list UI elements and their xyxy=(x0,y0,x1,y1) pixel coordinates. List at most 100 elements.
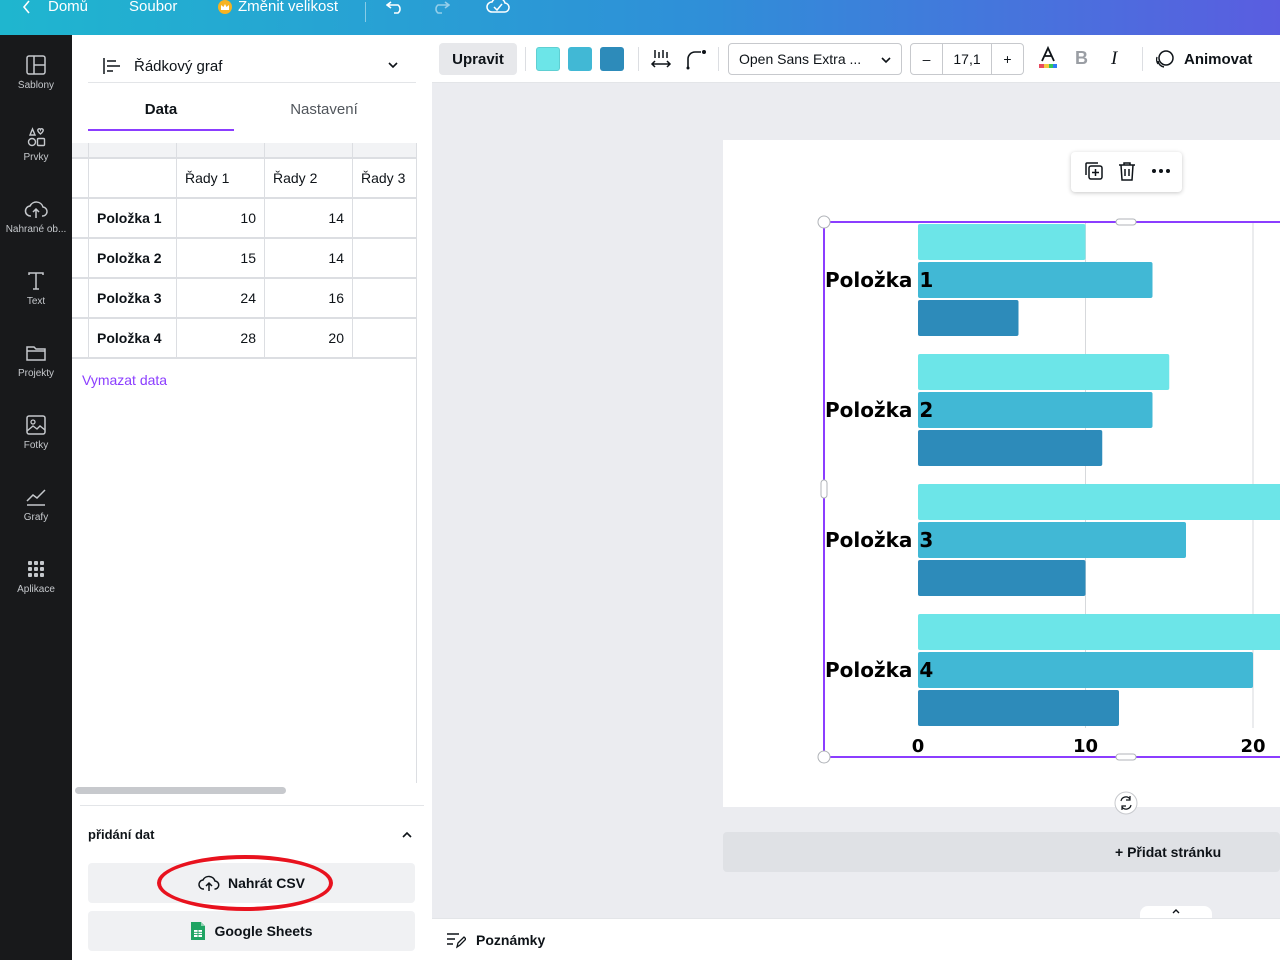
decrease-font-size-button[interactable]: – xyxy=(911,44,943,74)
bar[interactable] xyxy=(918,224,1086,260)
table-cell-corner[interactable] xyxy=(89,159,177,199)
rail-item-apps[interactable]: Aplikace xyxy=(0,554,72,614)
rail-item-projects[interactable]: Projekty xyxy=(0,338,72,398)
table-cell[interactable] xyxy=(353,279,416,319)
file-menu[interactable]: Soubor xyxy=(129,0,177,15)
table-cell[interactable] xyxy=(353,319,416,359)
italic-button[interactable]: I xyxy=(1111,48,1117,70)
color-swatch-3[interactable] xyxy=(600,47,624,71)
category-label: Položka 1 xyxy=(825,268,933,292)
table-header-cell[interactable]: Řady 3 xyxy=(353,159,416,199)
table-cell[interactable]: 14 xyxy=(265,199,353,239)
table-row-label[interactable]: Položka 4 xyxy=(89,319,177,359)
column-header-strip[interactable] xyxy=(89,143,177,159)
rail-item-charts[interactable]: Grafy xyxy=(0,482,72,542)
font-size-input[interactable]: 17,1 xyxy=(943,44,991,74)
trash-icon[interactable] xyxy=(1116,160,1138,182)
redo-button[interactable] xyxy=(430,0,450,14)
chevron-left-icon xyxy=(22,0,30,14)
edit-button[interactable]: Upravit xyxy=(439,43,517,75)
rail-item-uploads[interactable]: Nahrané ob... xyxy=(0,194,72,254)
duplicate-icon[interactable] xyxy=(1083,160,1105,182)
tab-data[interactable]: Data xyxy=(88,95,234,131)
undo-button[interactable] xyxy=(386,0,406,14)
color-swatch-2[interactable] xyxy=(568,47,592,71)
rail-item-text[interactable]: Text xyxy=(0,266,72,326)
table-header-cell[interactable]: Řady 1 xyxy=(177,159,265,199)
apps-icon xyxy=(28,561,44,577)
upload-cloud-icon xyxy=(24,201,48,218)
table-cell[interactable]: 15 xyxy=(177,239,265,279)
clear-data-link[interactable]: Vymazat data xyxy=(82,372,167,388)
column-header-strip[interactable] xyxy=(265,143,353,159)
animate-icon xyxy=(1155,50,1174,68)
table-cell[interactable]: 24 xyxy=(177,279,265,319)
table-cell[interactable]: 10 xyxy=(177,199,265,239)
rail-item-templates[interactable]: Šablony xyxy=(0,50,72,110)
resize-handle-left[interactable] xyxy=(820,479,828,499)
animate-button[interactable]: Animovat xyxy=(1154,43,1252,75)
table-cell[interactable]: 16 xyxy=(265,279,353,319)
resize-handle-top-left[interactable] xyxy=(817,215,831,229)
table-row-label[interactable]: Položka 2 xyxy=(89,239,177,279)
bar[interactable] xyxy=(918,652,1253,688)
table-cell[interactable] xyxy=(353,199,416,239)
bar[interactable] xyxy=(918,354,1170,390)
table-cell[interactable]: 14 xyxy=(265,239,353,279)
row-gutter xyxy=(72,143,89,159)
bar[interactable] xyxy=(918,690,1119,726)
notes-label: Poznámky xyxy=(476,932,546,948)
resize-handle-top[interactable] xyxy=(1115,218,1137,226)
table-header-cell[interactable]: Řady 2 xyxy=(265,159,353,199)
bar[interactable] xyxy=(918,262,1153,298)
bar[interactable] xyxy=(918,300,1019,336)
google-sheets-button[interactable]: Google Sheets xyxy=(88,911,415,951)
chart-type-selector[interactable]: Řádkový graf xyxy=(102,49,402,83)
divider xyxy=(1142,47,1143,71)
rotate-handle[interactable] xyxy=(1114,791,1138,815)
table-row-label[interactable]: Položka 1 xyxy=(89,199,177,239)
more-options-icon[interactable] xyxy=(1150,160,1172,182)
increase-font-size-button[interactable]: + xyxy=(991,44,1023,74)
table-cell[interactable]: 28 xyxy=(177,319,265,359)
notes-icon xyxy=(447,933,466,949)
bar[interactable] xyxy=(918,614,1280,650)
resize-handle-bottom-left[interactable] xyxy=(817,750,831,764)
templates-icon xyxy=(26,55,46,75)
bar[interactable] xyxy=(918,560,1086,596)
bar[interactable] xyxy=(918,522,1186,558)
divider xyxy=(638,47,639,71)
font-selector[interactable]: Open Sans Extra ... xyxy=(728,43,902,75)
bold-button[interactable]: B xyxy=(1075,48,1088,69)
horizontal-scrollbar[interactable] xyxy=(75,787,286,794)
add-data-title: přidání dat xyxy=(88,827,155,842)
table-cell[interactable] xyxy=(353,239,416,279)
spacing-icon[interactable] xyxy=(650,47,672,71)
table-cell[interactable]: 20 xyxy=(265,319,353,359)
bar[interactable] xyxy=(918,392,1153,428)
save-status-button[interactable] xyxy=(486,0,510,14)
x-tick-label: 10 xyxy=(1073,736,1098,757)
bar[interactable] xyxy=(918,430,1103,466)
text-color-icon[interactable] xyxy=(1036,45,1060,71)
resize-button[interactable]: Změnit velikost xyxy=(218,0,338,15)
divider xyxy=(80,805,424,806)
column-header-strip[interactable] xyxy=(177,143,265,159)
rail-item-elements[interactable]: Prvky xyxy=(0,122,72,182)
notes-button[interactable]: Poznámky xyxy=(446,931,545,949)
table-row-label[interactable]: Položka 3 xyxy=(89,279,177,319)
column-header-strip[interactable] xyxy=(353,143,416,159)
tab-settings[interactable]: Nastavení xyxy=(244,95,404,131)
chevron-up-icon[interactable] xyxy=(400,828,414,842)
crown-icon xyxy=(218,0,232,14)
color-swatch-1[interactable] xyxy=(536,47,560,71)
add-page-button[interactable]: + Přidat stránku xyxy=(723,832,1280,872)
rail-item-photos[interactable]: Fotky xyxy=(0,410,72,470)
editor-toolbar: Upravit Open Sans Extra ... – 17,1 + B I… xyxy=(432,35,1280,83)
resize-handle-bottom[interactable] xyxy=(1115,753,1137,761)
bar[interactable] xyxy=(918,484,1280,520)
home-button[interactable]: Domů xyxy=(22,0,88,15)
elements-icon xyxy=(27,127,46,147)
chevron-down-icon xyxy=(881,57,891,64)
corner-rounding-icon[interactable] xyxy=(684,47,708,71)
